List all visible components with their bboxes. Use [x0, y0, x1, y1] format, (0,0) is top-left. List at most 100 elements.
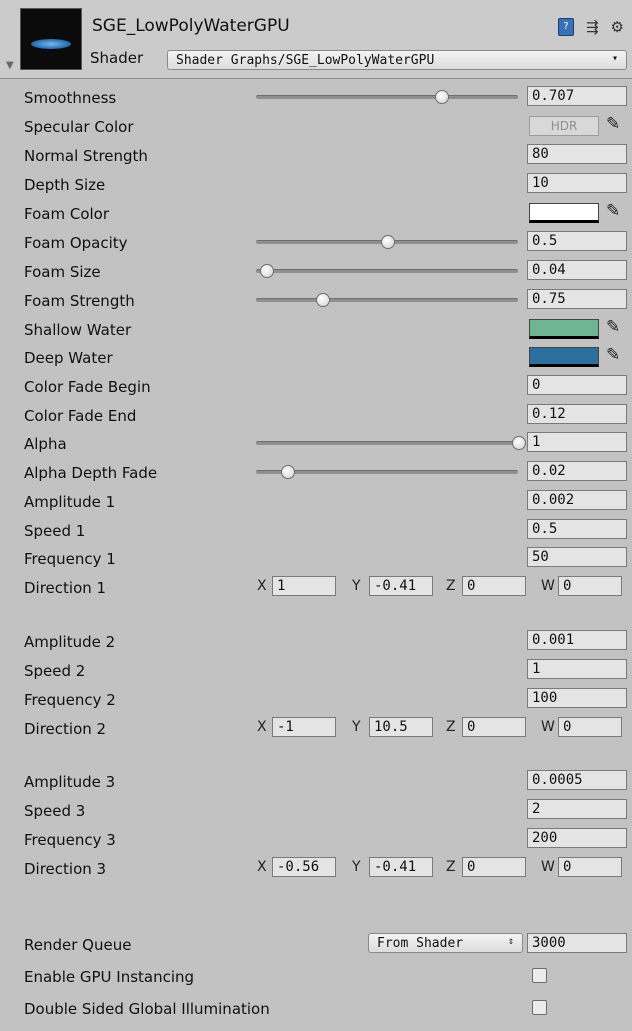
depth-size-field[interactable]: 10 [527, 173, 627, 193]
direction-2-y-field[interactable]: 10.5 [369, 717, 433, 737]
eyedropper-icon[interactable]: ✎ [606, 317, 620, 337]
amplitude-3-field[interactable]: 0.0005 [527, 770, 627, 790]
shader-dropdown[interactable]: Shader Graphs/SGE_LowPolyWaterGPU ▾ [167, 50, 627, 70]
vector-y-label: Y [352, 719, 361, 735]
slider-knob[interactable] [512, 436, 526, 450]
slider-knob[interactable] [435, 90, 450, 104]
property-speed-2: Speed 2 1 [0, 656, 632, 685]
slider-knob[interactable] [260, 264, 275, 278]
gpu-instancing-checkbox[interactable] [532, 968, 547, 983]
direction-1-y-field[interactable]: -0.41 [369, 576, 433, 596]
frequency-2-label: Frequency 2 [24, 691, 116, 709]
property-frequency-1: Frequency 1 50 [0, 544, 632, 573]
alpha-slider[interactable] [256, 429, 526, 458]
render-queue-field[interactable]: 3000 [527, 933, 627, 953]
render-queue-dropdown[interactable]: From Shader ⇕ [368, 933, 523, 953]
property-foam-strength: Foam Strength 0.75 [0, 286, 632, 315]
foam-strength-field[interactable]: 0.75 [527, 289, 627, 309]
frequency-2-field[interactable]: 100 [527, 688, 627, 708]
speed-3-label: Speed 3 [24, 802, 86, 820]
shallow-water-swatch[interactable] [529, 319, 599, 339]
property-color-fade-end: Color Fade End 0.12 [0, 401, 632, 430]
slider-track [256, 95, 518, 99]
header-icons: ? ⇶ ⚙ [557, 18, 624, 36]
gear-icon[interactable]: ⚙ [611, 18, 624, 36]
direction-2-x-field[interactable]: -1 [272, 717, 336, 737]
specular-color-label: Specular Color [24, 118, 134, 136]
eyedropper-icon[interactable]: ✎ [606, 114, 620, 134]
alpha-field[interactable]: 1 [527, 432, 627, 452]
color-fade-end-field[interactable]: 0.12 [527, 404, 627, 424]
alpha-depth-fade-slider[interactable] [256, 458, 518, 487]
vector-w-label: W [541, 859, 555, 875]
smoothness-label: Smoothness [24, 89, 117, 107]
slider-knob[interactable] [315, 293, 330, 307]
foam-size-label: Foam Size [24, 263, 101, 281]
frequency-3-field[interactable]: 200 [527, 828, 627, 848]
smoothness-slider[interactable] [256, 83, 518, 112]
property-alpha-depth-fade: Alpha Depth Fade 0.02 [0, 458, 632, 487]
color-fade-begin-field[interactable]: 0 [527, 375, 627, 395]
direction-2-z-field[interactable]: 0 [462, 717, 526, 737]
direction-3-x-field[interactable]: -0.56 [272, 857, 336, 877]
vector-w-label: W [541, 578, 555, 594]
property-foam-opacity: Foam Opacity 0.5 [0, 228, 632, 257]
double-sided-gi-checkbox[interactable] [532, 1000, 547, 1015]
foldout-arrow-icon[interactable]: ▼ [6, 60, 14, 71]
amplitude-1-field[interactable]: 0.002 [527, 490, 627, 510]
eyedropper-icon[interactable]: ✎ [606, 201, 620, 221]
preset-icon[interactable]: ⇶ [586, 18, 599, 36]
vector-x-label: X [257, 719, 267, 735]
normal-strength-field[interactable]: 80 [527, 144, 627, 164]
direction-1-x-field[interactable]: 1 [272, 576, 336, 596]
foam-color-swatch[interactable] [529, 203, 599, 223]
updown-arrow-icon: ⇕ [507, 936, 514, 947]
slider-knob[interactable] [281, 465, 296, 479]
direction-3-y-field[interactable]: -0.41 [369, 857, 433, 877]
speed-1-field[interactable]: 0.5 [527, 519, 627, 539]
foam-opacity-slider[interactable] [256, 228, 518, 257]
direction-3-w-field[interactable]: 0 [558, 857, 622, 877]
alpha-label: Alpha [24, 435, 67, 453]
amplitude-2-field[interactable]: 0.001 [527, 630, 627, 650]
gpu-instancing-label: Enable GPU Instancing [24, 968, 195, 986]
foam-strength-slider[interactable] [256, 286, 518, 315]
direction-2-w-field[interactable]: 0 [558, 717, 622, 737]
vector-y-label: Y [352, 578, 361, 594]
alpha-depth-fade-field[interactable]: 0.02 [527, 461, 627, 481]
specular-hdr-swatch[interactable]: HDR [529, 116, 599, 136]
frequency-1-field[interactable]: 50 [527, 547, 627, 567]
vector-z-label: Z [446, 578, 456, 594]
property-double-sided-gi: Double Sided Global Illumination [0, 994, 632, 1023]
color-fade-end-label: Color Fade End [24, 407, 137, 425]
property-gpu-instancing: Enable GPU Instancing [0, 962, 632, 991]
speed-2-field[interactable]: 1 [527, 659, 627, 679]
speed-3-field[interactable]: 2 [527, 799, 627, 819]
vector-w-label: W [541, 719, 555, 735]
property-deep-water: Deep Water ✎ [0, 343, 632, 372]
foam-size-slider[interactable] [256, 257, 518, 286]
direction-1-z-field[interactable]: 0 [462, 576, 526, 596]
direction-2-label: Direction 2 [24, 720, 107, 738]
vector-x-label: X [257, 578, 267, 594]
water-preview-shape [31, 39, 71, 49]
deep-water-swatch[interactable] [529, 347, 599, 367]
direction-1-w-field[interactable]: 0 [558, 576, 622, 596]
frequency-1-label: Frequency 1 [24, 550, 116, 568]
property-smoothness: Smoothness 0.707 [0, 83, 632, 112]
speed-2-label: Speed 2 [24, 662, 86, 680]
speed-1-label: Speed 1 [24, 522, 86, 540]
material-preview-thumbnail [20, 8, 82, 70]
property-direction-1: Direction 1 X 1 Y -0.41 Z 0 W 0 [0, 573, 632, 602]
book-icon[interactable]: ? [557, 18, 574, 36]
foam-opacity-field[interactable]: 0.5 [527, 231, 627, 251]
property-shallow-water: Shallow Water ✎ [0, 315, 632, 344]
foam-size-field[interactable]: 0.04 [527, 260, 627, 280]
slider-knob[interactable] [381, 235, 395, 249]
direction-3-z-field[interactable]: 0 [462, 857, 526, 877]
property-foam-size: Foam Size 0.04 [0, 257, 632, 286]
property-depth-size: Depth Size 10 [0, 170, 632, 199]
eyedropper-icon[interactable]: ✎ [606, 345, 620, 365]
smoothness-field[interactable]: 0.707 [527, 86, 627, 106]
slider-track [256, 298, 518, 302]
